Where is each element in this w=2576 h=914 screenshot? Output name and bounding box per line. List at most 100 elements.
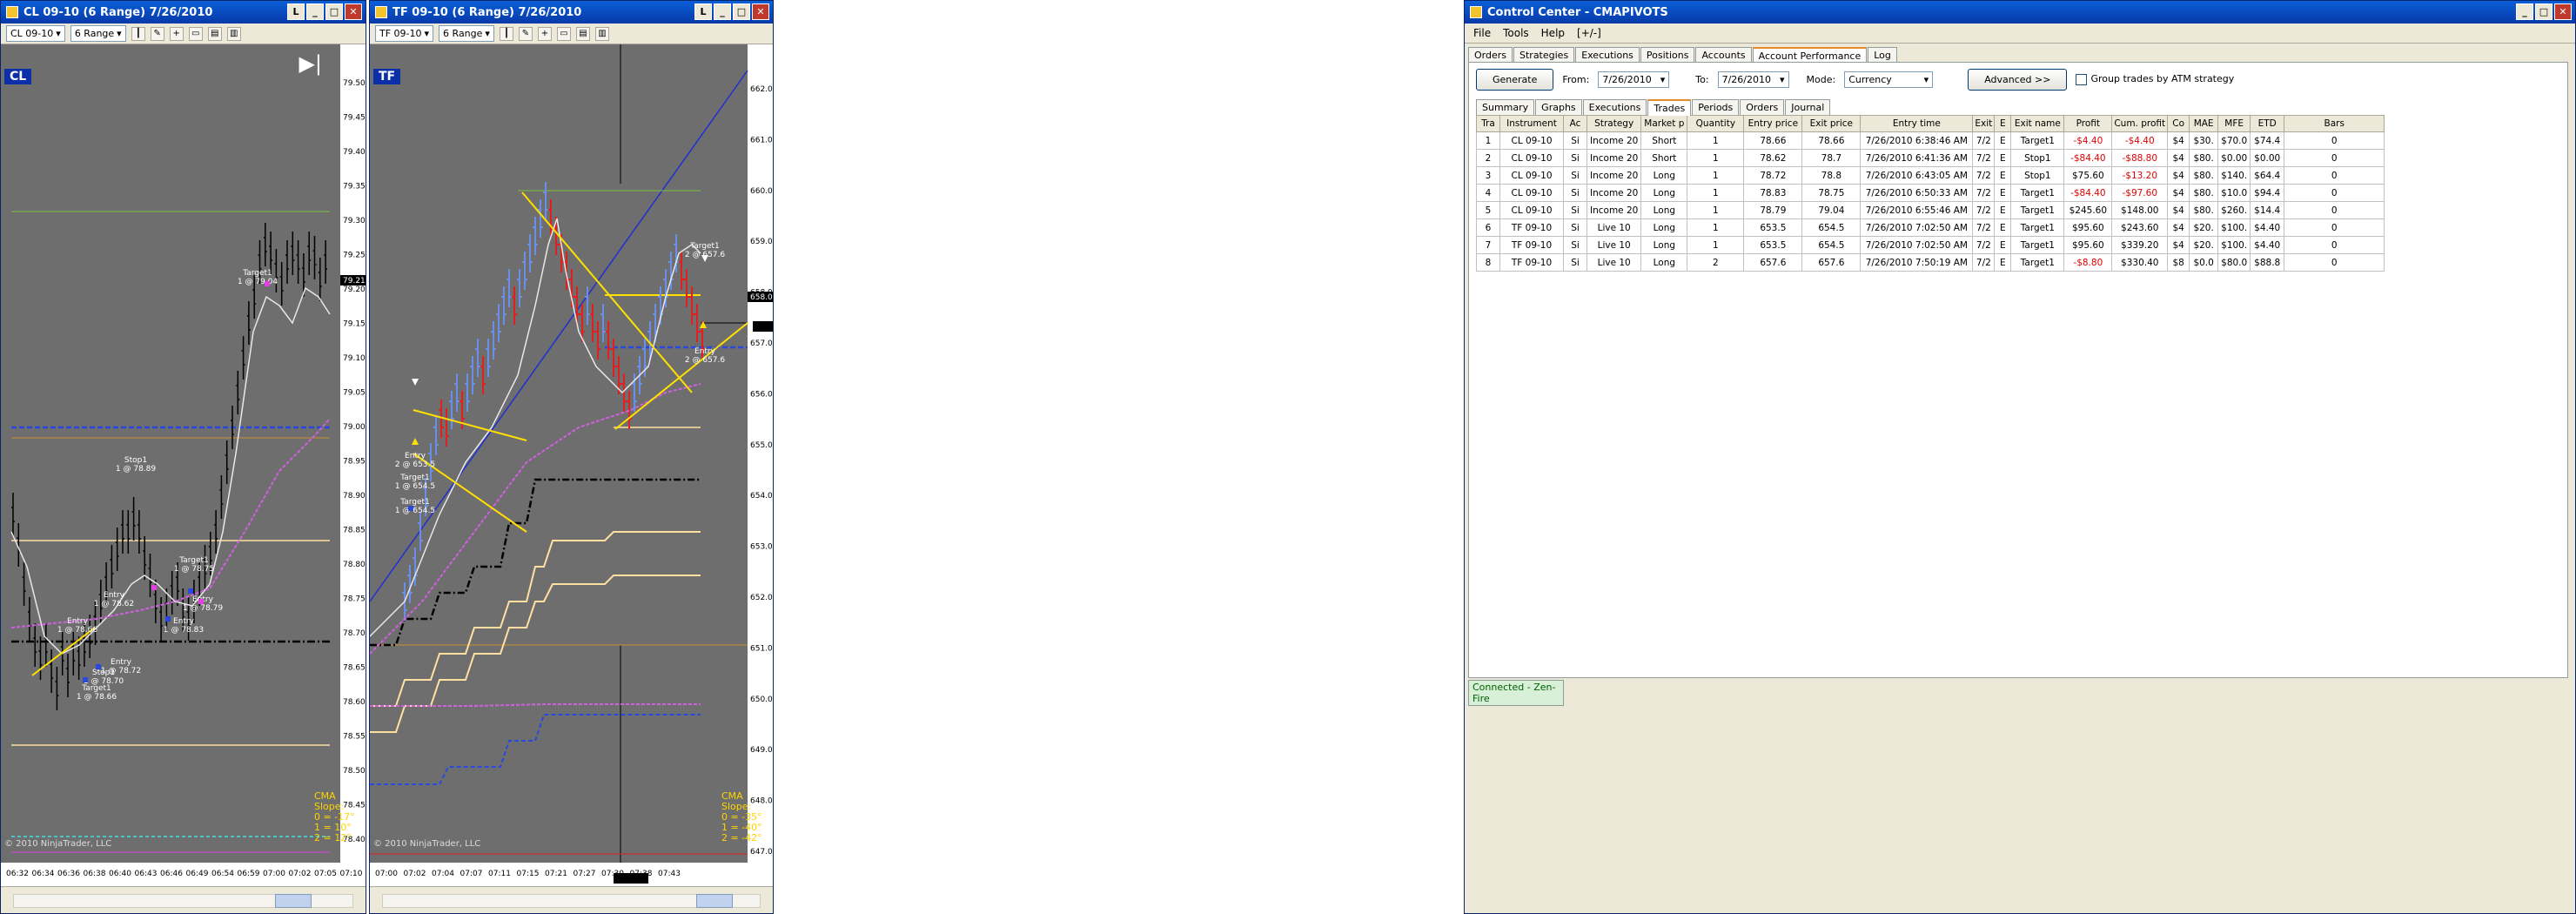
- to-date-picker[interactable]: 7/26/2010 ▾: [1717, 71, 1789, 88]
- column-header[interactable]: Exit name: [2010, 115, 2065, 132]
- column-header[interactable]: Ac: [1563, 115, 1587, 132]
- close-icon[interactable]: ✕: [752, 3, 769, 20]
- column-header[interactable]: Exit: [1972, 115, 1996, 132]
- properties-icon[interactable]: ▤: [207, 26, 222, 41]
- table-row[interactable]: 3 CL 09-10 Si Income 20 Long 1 78.72 78.8 7/26/2…: [1476, 166, 2385, 185]
- minimize-icon[interactable]: _: [306, 3, 324, 20]
- column-header[interactable]: Market p: [1640, 115, 1688, 132]
- maximize-icon[interactable]: □: [325, 3, 343, 20]
- trade-annotation: 1 @ 78.75: [174, 565, 214, 574]
- cl-chart-canvas[interactable]: 79.50 79.45 79.40 79.35 79.30 79.25 79.20 79.15…: [1, 44, 366, 887]
- tab-trades[interactable]: Trades: [1647, 99, 1692, 116]
- column-header[interactable]: Co: [2167, 115, 2190, 132]
- bar-type-icon[interactable]: ┃: [499, 26, 513, 41]
- column-header[interactable]: Tra: [1476, 115, 1500, 132]
- tab-graphs[interactable]: Graphs: [1535, 99, 1582, 115]
- tab-executions-sub[interactable]: Executions: [1582, 99, 1647, 115]
- column-header[interactable]: Entry price: [1743, 115, 1803, 132]
- tab-log[interactable]: Log: [1868, 47, 1897, 63]
- tf-horizontal-scrollbar[interactable]: [370, 886, 773, 913]
- indicator-icon[interactable]: ▥: [594, 26, 609, 41]
- advanced-button[interactable]: Advanced >>: [1968, 68, 2068, 91]
- tab-journal[interactable]: Journal: [1785, 99, 1831, 115]
- tab-positions[interactable]: Positions: [1640, 47, 1695, 63]
- column-header[interactable]: Exit price: [1801, 115, 1862, 132]
- account-performance-panel: Generate From: 7/26/2010 ▾ To: 7/26/2010 ▾…: [1468, 62, 2568, 678]
- menu-tools[interactable]: Tools: [1503, 27, 1529, 39]
- minimize-icon[interactable]: _: [714, 3, 731, 20]
- instrument-selector[interactable]: CL 09-10 ▾: [6, 25, 65, 42]
- table-row[interactable]: 6 TF 09-10 Si Live 10 Long 1 653.5 654.5 7/26/20…: [1476, 218, 2385, 237]
- table-cell: Long: [1640, 253, 1688, 272]
- properties-icon[interactable]: ▤: [575, 26, 590, 41]
- table-cell: 7/26/2010 6:38:46 AM: [1860, 131, 1974, 150]
- price-tick-label: 649.0: [750, 746, 773, 755]
- trade-annotation: Entry: [173, 617, 195, 626]
- table-cell: 1: [1687, 218, 1745, 237]
- column-header[interactable]: Quantity: [1687, 115, 1745, 132]
- link-button[interactable]: L: [694, 3, 712, 20]
- menu-toggle[interactable]: [+/-]: [1577, 27, 1601, 39]
- draw-icon[interactable]: ✎: [150, 26, 164, 41]
- from-date-picker[interactable]: 7/26/2010 ▾: [1598, 71, 1670, 88]
- tab-orders[interactable]: Orders: [1468, 47, 1513, 63]
- column-header[interactable]: MFE: [2217, 115, 2251, 132]
- minimize-icon[interactable]: _: [2516, 3, 2533, 20]
- column-header[interactable]: Cum. profit: [2111, 115, 2169, 132]
- maximize-icon[interactable]: □: [2535, 3, 2553, 20]
- tab-executions[interactable]: Executions: [1575, 47, 1640, 63]
- tf-chart-canvas[interactable]: 662.0 661.0 660.0 659.0 658.0 657.0 656.0 655.0…: [370, 44, 773, 887]
- cl-horizontal-scrollbar[interactable]: [1, 886, 366, 913]
- table-row[interactable]: 5 CL 09-10 Si Income 20 Long 1 78.79 79.04 7/26/…: [1476, 201, 2385, 219]
- tab-strategies[interactable]: Strategies: [1513, 47, 1575, 63]
- column-header[interactable]: Bars: [2284, 115, 2385, 132]
- draw-icon[interactable]: ✎: [518, 26, 533, 41]
- tab-orders-sub[interactable]: Orders: [1740, 99, 1785, 115]
- indicator-icon[interactable]: ▥: [226, 26, 241, 41]
- tab-periods[interactable]: Periods: [1692, 99, 1740, 115]
- tf-chart[interactable]: 662.0 661.0 660.0 659.0 658.0 657.0 656.0 655.0…: [370, 44, 773, 887]
- menu-help[interactable]: Help: [1541, 27, 1565, 39]
- trade-annotation: 1 @ 78.62: [94, 600, 134, 608]
- instrument-selector[interactable]: TF 09-10 ▾: [375, 25, 434, 42]
- group-atm-checkbox[interactable]: Group trades by ATM strategy: [2076, 73, 2234, 85]
- menu-file[interactable]: File: [1473, 27, 1491, 39]
- crosshair-icon[interactable]: +: [169, 26, 184, 41]
- crosshair-icon[interactable]: +: [537, 26, 552, 41]
- tab-summary[interactable]: Summary: [1476, 99, 1535, 115]
- zoom-icon[interactable]: ▭: [188, 26, 203, 41]
- table-row[interactable]: 1 CL 09-10 Si Income 20 Short 1 78.66 78.66 7/26…: [1476, 131, 2385, 150]
- table-row[interactable]: 8 TF 09-10 Si Live 10 Long 2 657.6 657.6 7/26/20…: [1476, 253, 2385, 272]
- column-header[interactable]: Profit: [2063, 115, 2113, 132]
- column-header[interactable]: MAE: [2189, 115, 2219, 132]
- column-header[interactable]: ETD: [2250, 115, 2285, 132]
- close-icon[interactable]: ✕: [345, 3, 362, 20]
- table-cell: -$88.80: [2111, 149, 2169, 167]
- tab-accounts[interactable]: Accounts: [1695, 47, 1752, 63]
- control-center-title-bar[interactable]: Control Center - CMAPIVOTS _ □ ✕: [1465, 1, 2575, 24]
- table-row[interactable]: 2 CL 09-10 Si Income 20 Short 1 78.62 78.7 7/26/…: [1476, 149, 2385, 167]
- mode-select[interactable]: Currency ▾: [1844, 71, 1934, 88]
- tf-title-bar[interactable]: TF 09-10 (6 Range) 7/26/2010 L _ □ ✕: [370, 1, 773, 24]
- column-header[interactable]: Instrument: [1499, 115, 1564, 132]
- column-header[interactable]: E: [1994, 115, 2012, 132]
- go-to-last-bar-icon[interactable]: ▶|: [299, 51, 322, 76]
- link-button[interactable]: L: [287, 3, 305, 20]
- close-icon[interactable]: ✕: [2554, 3, 2572, 20]
- bar-type-icon[interactable]: ┃: [131, 26, 145, 41]
- table-row[interactable]: 7 TF 09-10 Si Live 10 Long 1 653.5 654.5 7/26/20…: [1476, 236, 2385, 254]
- cl-chart[interactable]: 79.50 79.45 79.40 79.35 79.30 79.25 79.20 79.15…: [1, 44, 366, 887]
- column-header[interactable]: Strategy: [1586, 115, 1642, 132]
- trade-annotation: Target1: [178, 556, 209, 565]
- trade-annotation: Entry: [694, 347, 716, 356]
- maximize-icon[interactable]: □: [733, 3, 750, 20]
- sub-tabs: Summary Graphs Executions Trades Periods…: [1469, 96, 2567, 116]
- zoom-icon[interactable]: ▭: [556, 26, 571, 41]
- period-selector[interactable]: 6 Range ▾: [70, 25, 126, 42]
- cl-title-bar[interactable]: CL 09-10 (6 Range) 7/26/2010 L _ □ ✕: [1, 1, 366, 24]
- table-row[interactable]: 4 CL 09-10 Si Income 20 Long 1 78.83 78.75 7/26/…: [1476, 184, 2385, 202]
- column-header[interactable]: Entry time: [1860, 115, 1974, 132]
- generate-button[interactable]: Generate: [1476, 68, 1554, 91]
- go-to-last-bar-icon[interactable]: ▶|: [748, 51, 771, 76]
- period-selector[interactable]: 6 Range ▾: [439, 25, 494, 42]
